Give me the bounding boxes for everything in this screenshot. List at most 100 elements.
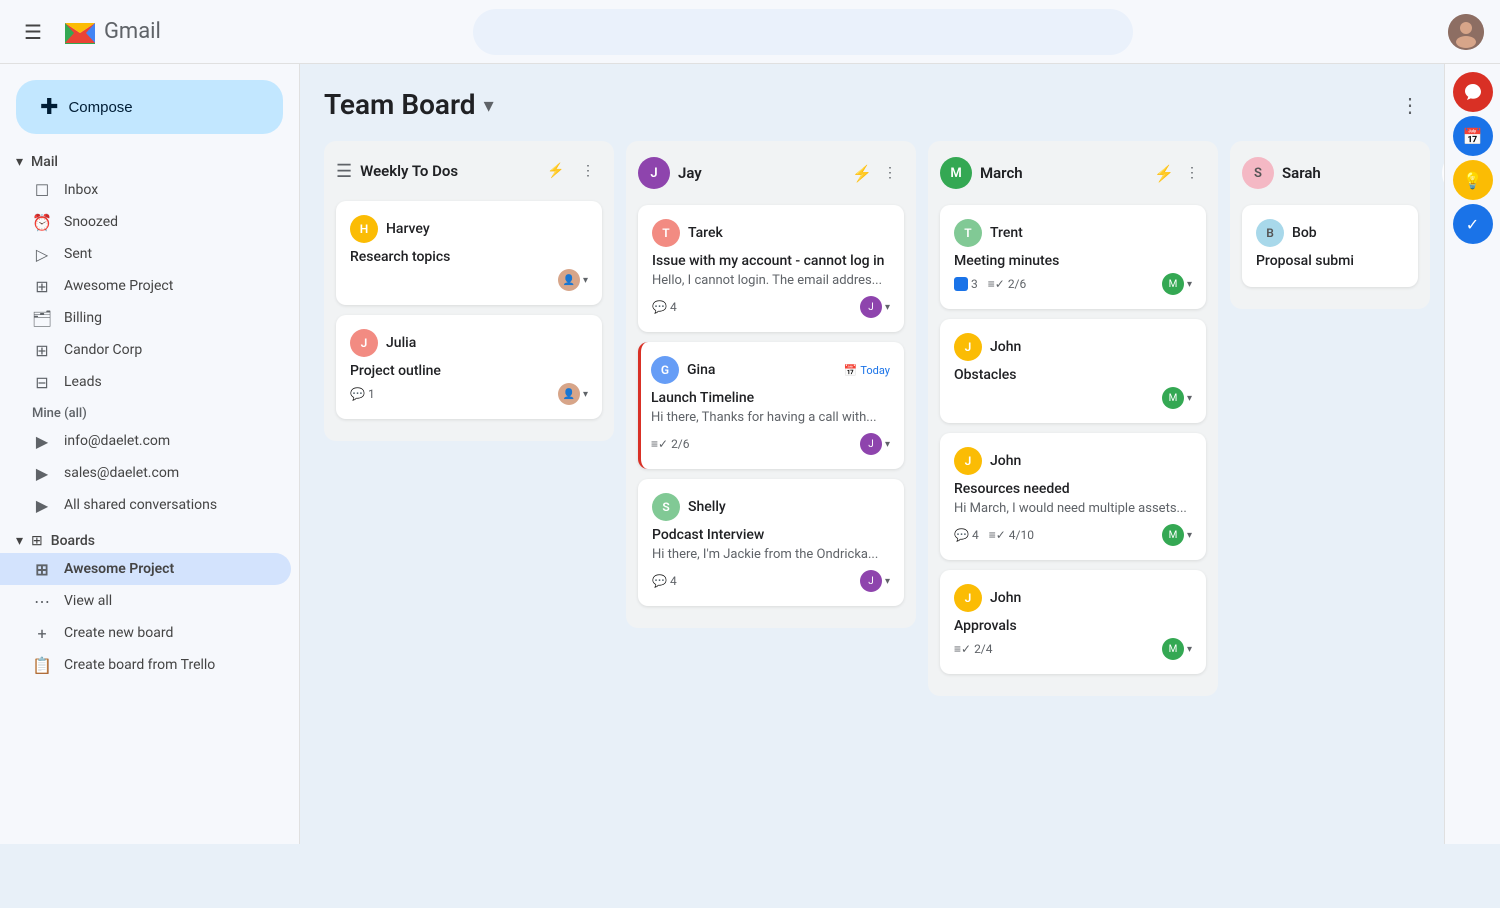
billing-icon: 🗂 — [32, 308, 52, 328]
jay-title: Jay — [678, 164, 702, 182]
john-obstacles-subject: Obstacles — [954, 367, 1192, 383]
julia-dropdown-arrow[interactable]: ▾ — [583, 389, 588, 400]
expand-icon-sales: ▶ — [32, 463, 52, 483]
gmail-m-icon — [62, 14, 98, 50]
shelly-dropdown-arrow[interactable]: ▾ — [885, 576, 890, 587]
card-tarek[interactable]: T Tarek Issue with my account - cannot l… — [638, 205, 904, 332]
card-john-obstacles[interactable]: J John Obstacles M ▾ — [940, 319, 1206, 423]
sidebar: ✚ Compose ▾ Mail ☐ Inbox ⏰ Snoozed ▷ Sen… — [0, 64, 300, 844]
harvey-assignee: 👤 ▾ — [558, 269, 588, 291]
gina-name: Gina — [687, 362, 836, 378]
sidebar-item-inbox[interactable]: ☐ Inbox — [0, 174, 291, 206]
sidebar-item-create-board[interactable]: + Create new board — [0, 617, 291, 649]
jr-checklist-num: 4/10 — [1009, 528, 1034, 542]
march-actions: ⚡ ⋮ — [1154, 159, 1206, 187]
sidebar-item-info-email[interactable]: ▶ info@daelet.com — [0, 425, 291, 457]
jr-dropdown-arrow[interactable]: ▾ — [1187, 530, 1192, 541]
jay-bolt-icon[interactable]: ⚡ — [852, 164, 872, 183]
card-shelly[interactable]: S Shelly Podcast Interview Hi there, I'm… — [638, 479, 904, 606]
sidebar-item-candor-corp[interactable]: ⊞ Candor Corp — [0, 334, 291, 366]
tarek-comment-count: 💬 4 — [652, 300, 677, 314]
gina-dropdown-arrow[interactable]: ▾ — [885, 439, 890, 450]
shelly-comment-num: 4 — [670, 574, 677, 588]
mail-section-header[interactable]: ▾ Mail — [0, 150, 299, 174]
julia-assignee: 👤 ▾ — [558, 383, 588, 405]
gina-checklist: ≡✓ 2/6 — [651, 437, 690, 451]
board-title: Team Board — [324, 88, 476, 121]
shelly-comment-count: 💬 4 — [652, 574, 677, 588]
gina-assignee: J ▾ — [860, 433, 890, 455]
sidebar-item-sent[interactable]: ▷ Sent — [0, 238, 291, 270]
awesome-project-board-label: Awesome Project — [64, 561, 275, 577]
compose-button[interactable]: ✚ Compose — [16, 80, 283, 134]
boards-section-header[interactable]: ▾ ⊞ Boards — [0, 529, 299, 553]
menu-icon[interactable]: ☰ — [16, 12, 50, 52]
gina-date-badge: 📅 Today — [844, 364, 890, 377]
trent-subject: Meeting minutes — [954, 253, 1192, 269]
card-trent-meeting[interactable]: T Trent Meeting minutes 3 ≡✓ 2/6 — [940, 205, 1206, 309]
john-obstacles-avatar: J — [954, 333, 982, 361]
checklist-icon-jr: ≡✓ — [989, 528, 1006, 542]
harvey-footer: 👤 ▾ — [350, 269, 588, 291]
jay-header: J Jay ⚡ ⋮ — [638, 153, 904, 193]
keep-icon[interactable]: 💡 — [1453, 160, 1493, 200]
bob-avatar: B — [1256, 219, 1284, 247]
trello-icon: 📋 — [32, 655, 52, 675]
shelly-preview: Hi there, I'm Jackie from the Ondricka..… — [652, 547, 890, 562]
harvey-dropdown-arrow[interactable]: ▾ — [583, 275, 588, 286]
column-sarah: S Sarah B Bob Proposal submi — [1230, 141, 1430, 309]
layout: ✚ Compose ▾ Mail ☐ Inbox ⏰ Snoozed ▷ Sen… — [0, 64, 1500, 844]
card-harvey-research[interactable]: H Harvey Research topics 👤 ▾ — [336, 201, 602, 305]
sidebar-item-all-shared[interactable]: ▶ All shared conversations — [0, 489, 291, 521]
search-bar[interactable] — [473, 9, 1133, 55]
sidebar-item-leads[interactable]: ⊟ Leads — [0, 366, 291, 398]
google-calendar-icon[interactable]: 📅 — [1453, 116, 1493, 156]
card-bob-proposal[interactable]: B Bob Proposal submi — [1242, 205, 1418, 287]
jay-avatar: J — [638, 157, 670, 189]
card-sender-julia: J Julia — [350, 329, 588, 357]
board-more-icon[interactable]: ⋮ — [1400, 93, 1420, 117]
john-obstacles-dropdown-arrow[interactable]: ▾ — [1187, 393, 1192, 404]
march-bolt-icon[interactable]: ⚡ — [1154, 164, 1174, 183]
john-resources-assignee: M ▾ — [1162, 524, 1192, 546]
shelly-assignee-avatar: J — [860, 570, 882, 592]
card-julia-outline[interactable]: J Julia Project outline 💬 1 👤 — [336, 315, 602, 419]
bob-subject: Proposal submi — [1256, 253, 1404, 269]
tarek-assignee: J ▾ — [860, 296, 890, 318]
tarek-meta: 💬 4 — [652, 300, 677, 314]
tasks-icon[interactable]: ✓ — [1453, 204, 1493, 244]
user-avatar[interactable] — [1448, 14, 1484, 50]
card-sender-gina: G Gina 📅 Today — [651, 356, 890, 384]
card-gina[interactable]: G Gina 📅 Today Launch Timeline Hi there,… — [638, 342, 904, 469]
card-john-resources[interactable]: J John Resources needed Hi March, I woul… — [940, 433, 1206, 560]
expand-icon-info: ▶ — [32, 431, 52, 451]
ja-dropdown-arrow[interactable]: ▾ — [1187, 644, 1192, 655]
sidebar-item-view-all[interactable]: ⋯ View all — [0, 585, 291, 617]
sent-icon: ▷ — [32, 244, 52, 264]
sales-email-label: sales@daelet.com — [64, 465, 275, 481]
view-all-label: View all — [64, 593, 275, 609]
sidebar-item-snoozed[interactable]: ⏰ Snoozed — [0, 206, 291, 238]
weekly-todos-more-icon[interactable]: ⋮ — [574, 157, 602, 185]
trent-dropdown-arrow[interactable]: ▾ — [1187, 279, 1192, 290]
awesome-project-icon: ⊞ — [32, 276, 52, 296]
board-dropdown-icon[interactable]: ▾ — [484, 93, 494, 117]
jay-more-icon[interactable]: ⋮ — [876, 159, 904, 187]
sidebar-item-awesome-project-board[interactable]: ⊞ Awesome Project — [0, 553, 291, 585]
sidebar-item-awesome-project[interactable]: ⊞ Awesome Project — [0, 270, 291, 302]
julia-comment-count: 💬 1 — [350, 387, 375, 401]
sidebar-item-sales-email[interactable]: ▶ sales@daelet.com — [0, 457, 291, 489]
weekly-todos-bolt-icon[interactable]: ⚡ — [542, 157, 570, 185]
julia-footer: 💬 1 👤 ▾ — [350, 383, 588, 405]
march-title-area: M March — [940, 157, 1023, 189]
comment-icon-shelly: 💬 — [652, 574, 667, 588]
march-more-icon[interactable]: ⋮ — [1178, 159, 1206, 187]
tarek-dropdown-arrow[interactable]: ▾ — [885, 302, 890, 313]
sidebar-item-create-from-trello[interactable]: 📋 Create board from Trello — [0, 649, 291, 681]
google-chat-icon[interactable] — [1453, 72, 1493, 112]
card-sender-trent: T Trent — [954, 219, 1192, 247]
sidebar-item-billing[interactable]: 🗂 Billing — [0, 302, 291, 334]
column-weekly-todos: ☰ Weekly To Dos ⚡ ⋮ H Harvey Research to… — [324, 141, 614, 441]
gina-avatar: G — [651, 356, 679, 384]
card-john-approvals[interactable]: J John Approvals ≡✓ 2/4 M ▾ — [940, 570, 1206, 674]
